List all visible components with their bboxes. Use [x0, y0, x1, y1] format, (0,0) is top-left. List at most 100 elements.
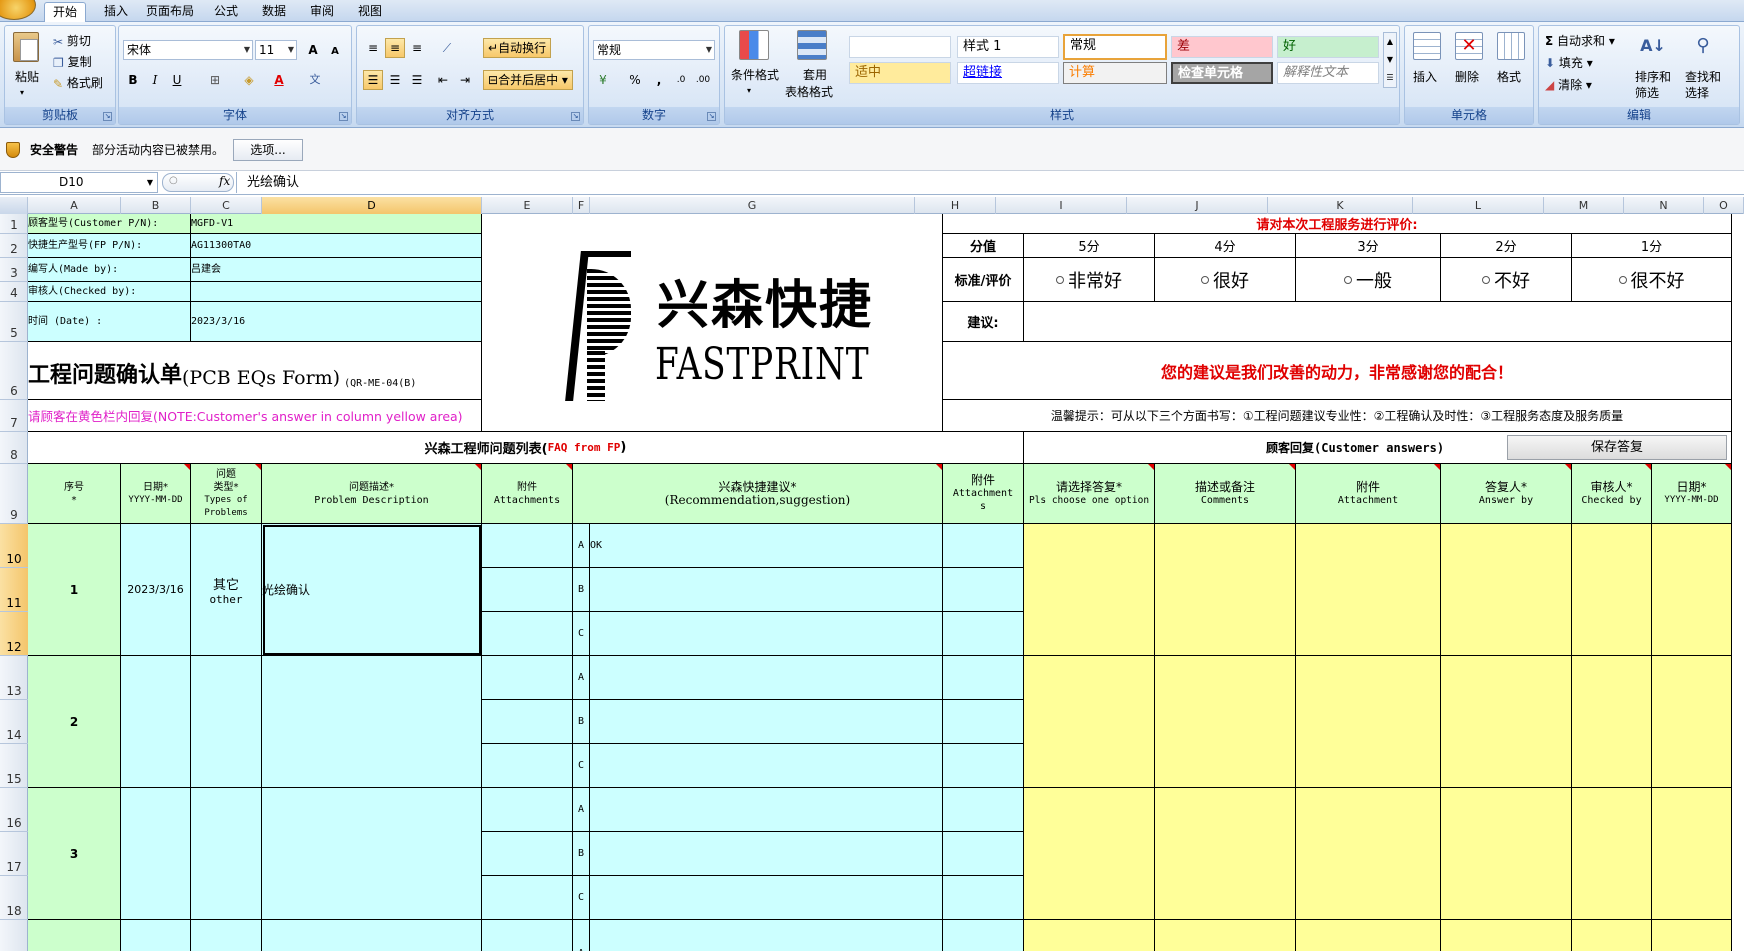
item-3-option-b[interactable]: [590, 832, 943, 876]
style-neutral[interactable]: 适中: [849, 62, 951, 84]
align-top-icon[interactable]: ≡: [363, 38, 383, 58]
name-box[interactable]: D10 ▼: [0, 172, 158, 193]
item-1-comment[interactable]: [1155, 524, 1296, 656]
radio-option-2[interactable]: 很好: [1155, 258, 1296, 302]
select-all-corner[interactable]: [0, 197, 28, 214]
style-check-cell[interactable]: 检查单元格: [1171, 62, 1273, 84]
insert-button[interactable]: 插入: [1413, 68, 1437, 86]
phonetic-button[interactable]: 文: [305, 70, 325, 90]
item-1-answer-date[interactable]: [1652, 524, 1732, 656]
item-4-option-a[interactable]: [590, 920, 943, 951]
comma-button[interactable]: ,: [649, 70, 669, 90]
delete-button[interactable]: 删除: [1455, 68, 1479, 86]
style-bad[interactable]: 差: [1171, 36, 1273, 58]
item-1-fp-attach-b[interactable]: [943, 568, 1024, 612]
formula-input[interactable]: 光绘确认: [236, 172, 1744, 193]
tab-view[interactable]: 视图: [350, 2, 390, 22]
item-2-option-b[interactable]: [590, 700, 943, 744]
font-size-combo[interactable]: 11 ▼: [255, 40, 297, 60]
item-3-option-c[interactable]: [590, 876, 943, 920]
row-header[interactable]: 16: [0, 788, 28, 832]
underline-button[interactable]: U: [167, 70, 187, 90]
item-1-type[interactable]: 其它 other: [191, 524, 262, 656]
item-2-checked-by[interactable]: [1572, 656, 1652, 788]
save-answer-button[interactable]: 保存答复: [1507, 435, 1727, 460]
item-3-answer-by[interactable]: [1441, 788, 1572, 920]
tab-data[interactable]: 数据: [254, 2, 294, 22]
row-header[interactable]: 6: [0, 342, 28, 400]
item-2-fp-attach-c[interactable]: [943, 744, 1024, 788]
number-launcher-icon[interactable]: ↘: [707, 112, 716, 121]
item-3-fp-attach-b[interactable]: [943, 832, 1024, 876]
style-calculation[interactable]: 计算: [1063, 62, 1167, 84]
item-2-answer-by[interactable]: [1441, 656, 1572, 788]
format-button[interactable]: 格式: [1497, 68, 1521, 86]
clear-button[interactable]: ◢ 清除 ▾: [1545, 76, 1592, 94]
radio-option-3[interactable]: 一般: [1296, 258, 1441, 302]
item-3-choice[interactable]: [1024, 788, 1155, 920]
item-1-attachment[interactable]: [1296, 524, 1441, 656]
number-format-combo[interactable]: 常规 ▼: [593, 40, 715, 60]
item-2-attach-b[interactable]: [482, 700, 573, 744]
item-1-option-a[interactable]: OK: [590, 524, 943, 568]
fill-button[interactable]: ⬇ 填充 ▾: [1545, 54, 1593, 72]
style-explanatory[interactable]: 解释性文本: [1277, 62, 1379, 84]
item-3-answer-date[interactable]: [1652, 788, 1732, 920]
item-4-type[interactable]: [191, 920, 262, 951]
item-3-attach-c[interactable]: [482, 876, 573, 920]
customer-pn-cell[interactable]: MGFD-V1: [191, 214, 482, 234]
format-painter-button[interactable]: ✎ 格式刷: [53, 74, 103, 93]
align-left-icon[interactable]: ☰: [363, 70, 383, 90]
row-header[interactable]: 4: [0, 282, 28, 302]
column-header[interactable]: H: [915, 197, 996, 214]
style-normal[interactable]: 常规: [1063, 34, 1167, 60]
item-1-attach-a[interactable]: [482, 524, 573, 568]
item-1-date[interactable]: 2023/3/16: [121, 524, 191, 656]
column-header[interactable]: B: [121, 197, 191, 214]
column-header[interactable]: O: [1704, 197, 1744, 214]
item-3-attach-a[interactable]: [482, 788, 573, 832]
style-normal-blank[interactable]: [849, 36, 951, 58]
increase-decimal-button[interactable]: .0: [671, 70, 691, 90]
increase-indent-icon[interactable]: ⇥: [455, 70, 475, 90]
item-3-description[interactable]: [262, 788, 482, 920]
column-header[interactable]: G: [590, 197, 915, 214]
item-2-comment[interactable]: [1155, 656, 1296, 788]
column-header[interactable]: E: [482, 197, 573, 214]
item-2-choice[interactable]: [1024, 656, 1155, 788]
font-color-button[interactable]: A: [269, 70, 289, 90]
italic-button[interactable]: I: [145, 70, 165, 90]
bold-button[interactable]: B: [123, 70, 143, 90]
item-4-comment[interactable]: [1155, 920, 1296, 951]
tab-insert[interactable]: 插入: [96, 2, 136, 22]
column-header[interactable]: J: [1127, 197, 1268, 214]
row-header[interactable]: 14: [0, 700, 28, 744]
item-3-checked-by[interactable]: [1572, 788, 1652, 920]
item-3-option-a[interactable]: [590, 788, 943, 832]
suggestion-input[interactable]: [1024, 302, 1732, 342]
item-1-checked-by[interactable]: [1572, 524, 1652, 656]
checked-by-cell[interactable]: [191, 282, 482, 302]
fill-color-icon[interactable]: ◈: [239, 70, 259, 90]
style-hyperlink[interactable]: 超链接: [957, 62, 1059, 84]
row-header[interactable]: 3: [0, 258, 28, 282]
item-4-attach-a[interactable]: [482, 920, 573, 951]
row-header[interactable]: 12: [0, 612, 28, 656]
item-4-fp-attach-a[interactable]: [943, 920, 1024, 951]
item-4-choice[interactable]: [1024, 920, 1155, 951]
item-3-seq[interactable]: 3: [28, 788, 121, 920]
decrease-indent-icon[interactable]: ⇤: [433, 70, 453, 90]
column-header[interactable]: I: [996, 197, 1127, 214]
item-1-choice[interactable]: [1024, 524, 1155, 656]
row-header[interactable]: 7: [0, 400, 28, 432]
conditional-format-button[interactable]: 条件格式: [731, 66, 779, 84]
function-icon[interactable]: fx: [219, 174, 230, 188]
radio-option-1[interactable]: 非常好: [1024, 258, 1155, 302]
made-by-cell[interactable]: 吕建会: [191, 258, 482, 282]
item-1-attach-b[interactable]: [482, 568, 573, 612]
item-4-answer-date[interactable]: [1652, 920, 1732, 951]
item-3-attach-b[interactable]: [482, 832, 573, 876]
date-cell[interactable]: 2023/3/16: [191, 302, 482, 342]
item-2-type[interactable]: [191, 656, 262, 788]
item-4-seq[interactable]: [28, 920, 121, 951]
